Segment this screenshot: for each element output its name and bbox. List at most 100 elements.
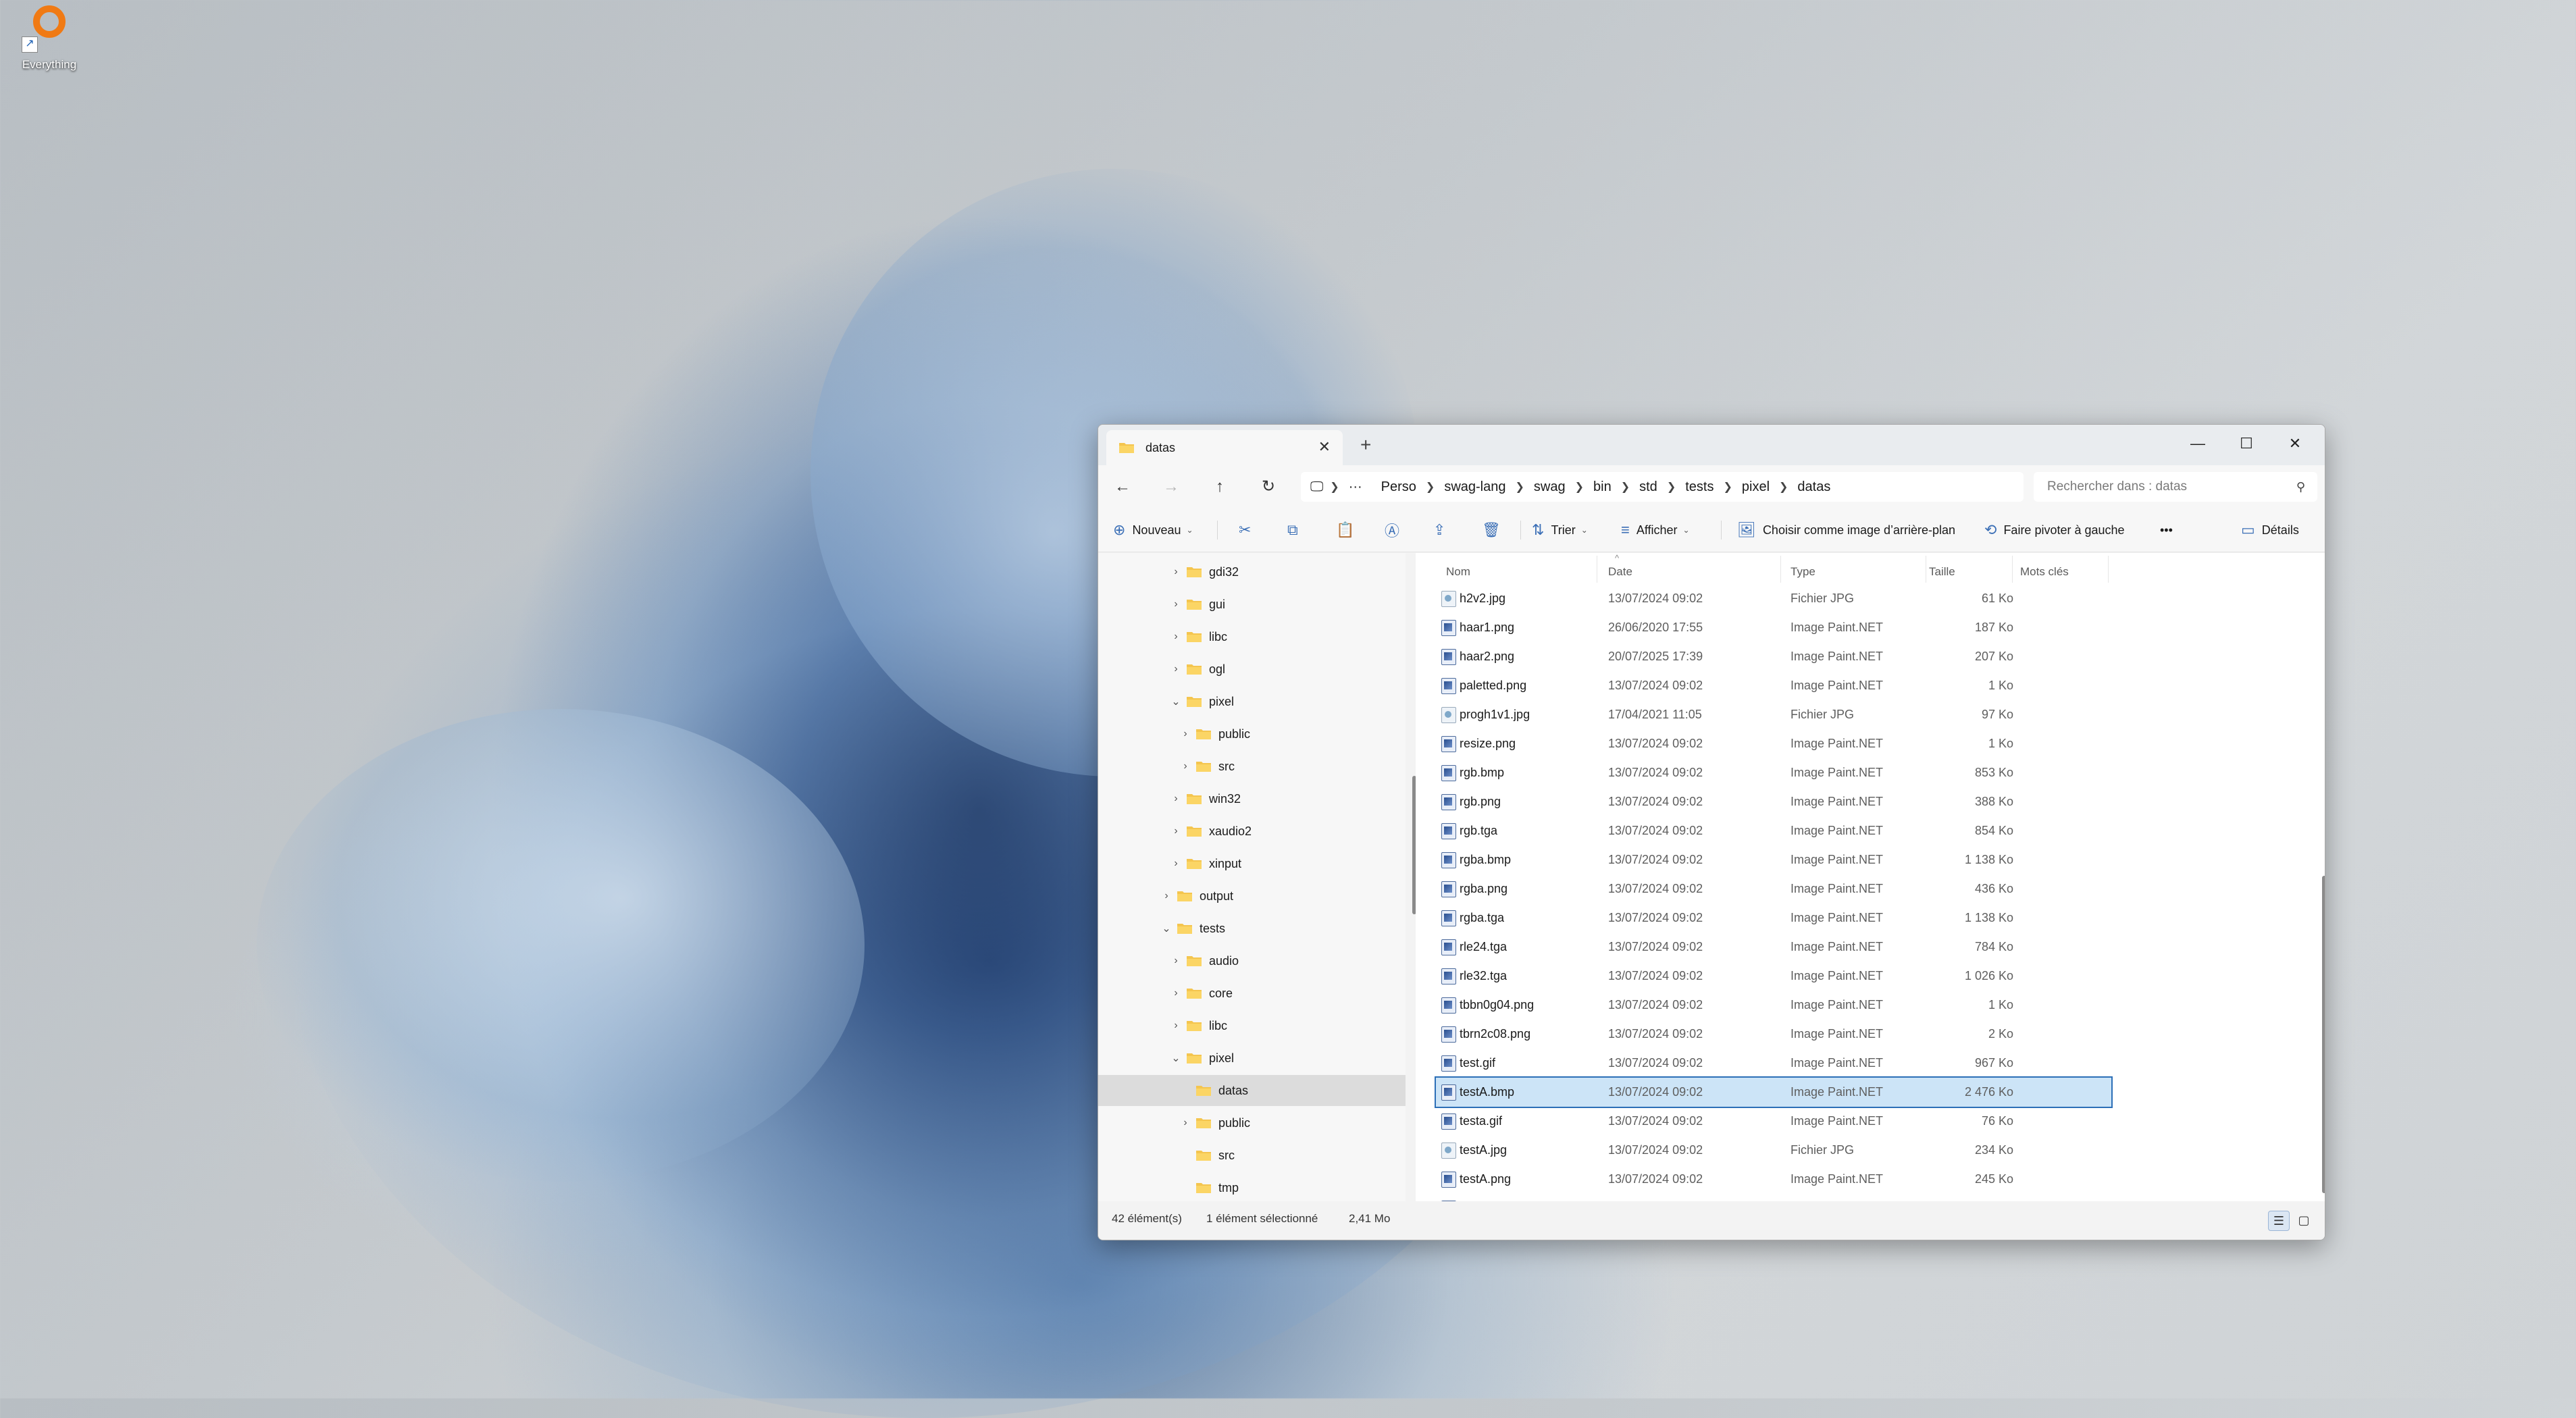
column-tags[interactable]: Mots clés [2020, 565, 2069, 579]
details-view-button[interactable]: ☰ [2268, 1211, 2290, 1231]
file-row[interactable]: tbbn0g04.png 13/07/2024 09:02 Image Paint.… [1436, 991, 2111, 1020]
file-row[interactable]: haar2.png 20/07/2025 17:39 Image Paint.NET… [1436, 642, 2111, 671]
chevron-right-icon[interactable]: › [1166, 955, 1186, 967]
details-pane-button[interactable]: ▭ Détails [2241, 508, 2299, 552]
sidebar-item-datas[interactable]: datas [1098, 1075, 1406, 1106]
column-size[interactable]: Taille [1929, 565, 1955, 579]
chevron-right-icon[interactable]: ❯ [1575, 480, 1584, 494]
sidebar-item-public[interactable]: › public [1098, 718, 1406, 750]
close-tab-icon[interactable]: ✕ [1318, 438, 1331, 456]
file-row[interactable]: rgba.bmp 13/07/2024 09:02 Image Paint.NET 1… [1436, 845, 2111, 874]
breadcrumb-bin[interactable]: bin [1593, 479, 1612, 495]
file-row[interactable]: testA.png 13/07/2024 09:02 Image Paint.NET… [1436, 1165, 2111, 1194]
copy-button[interactable]: ⧉ [1287, 508, 1305, 552]
new-button[interactable]: ⊕ Nouveau ⌄ [1113, 508, 1193, 552]
column-type[interactable]: Type [1791, 565, 1815, 579]
up-arrow-icon[interactable]: ↑ [1206, 475, 1233, 499]
file-row[interactable]: rgb.bmp 13/07/2024 09:02 Image Paint.NET 85… [1436, 758, 2111, 787]
sort-button[interactable]: ⇅ Trier ⌄ [1532, 508, 1588, 552]
chevron-right-icon[interactable]: › [1166, 987, 1186, 999]
chevron-down-icon[interactable]: ⌄ [1166, 1051, 1186, 1065]
chevron-right-icon[interactable]: › [1156, 890, 1177, 902]
sidebar-item-xaudio2[interactable]: › xaudio2 [1098, 816, 1406, 847]
refresh-icon[interactable]: ↻ [1255, 475, 1282, 499]
tab-datas[interactable]: datas ✕ [1106, 430, 1343, 465]
column-date[interactable]: Date [1608, 565, 1632, 579]
forward-arrow-icon[interactable]: → [1158, 475, 1185, 499]
search-input[interactable]: Rechercher dans : datas ⚲ [2034, 472, 2317, 502]
chevron-right-icon[interactable]: › [1166, 793, 1186, 805]
chevron-right-icon[interactable]: › [1166, 858, 1186, 870]
chevron-right-icon[interactable]: › [1166, 631, 1186, 643]
sidebar-item-pixel[interactable]: ⌄ pixel [1098, 1043, 1406, 1074]
chevron-down-icon[interactable]: ⌄ [1156, 922, 1177, 935]
delete-button[interactable]: 🗑 [1482, 508, 1508, 552]
large-icons-view-button[interactable]: ▢ [2294, 1211, 2314, 1230]
sidebar-item-pixel[interactable]: ⌄ pixel [1098, 686, 1406, 717]
cut-button[interactable]: ✂ [1239, 508, 1258, 552]
rotate-left-button[interactable]: ⟲ Faire pivoter à gauche [1984, 508, 2125, 552]
file-list-scrollbar[interactable] [2322, 876, 2325, 1193]
chevron-right-icon[interactable]: ❯ [1779, 480, 1788, 494]
file-row[interactable]: rgba.tga 13/07/2024 09:02 Image Paint.NET 1… [1436, 903, 2111, 933]
sidebar-item-audio[interactable]: › audio [1098, 945, 1406, 976]
chevron-down-icon[interactable]: ⌄ [1166, 695, 1186, 708]
sidebar-item-src[interactable]: › src [1098, 751, 1406, 782]
column-divider[interactable] [2012, 556, 2013, 583]
chevron-right-icon[interactable]: › [1166, 566, 1186, 578]
sidebar-item-gdi32[interactable]: › gdi32 [1098, 556, 1406, 587]
minimize-button[interactable]: — [2173, 425, 2222, 465]
breadcrumb-std[interactable]: std [1639, 479, 1657, 495]
column-name[interactable]: Nom [1446, 565, 1470, 579]
rename-button[interactable]: Ⓐ [1385, 508, 1406, 552]
file-row[interactable]: testA.bmp 13/07/2024 09:02 Image Paint.NET… [1435, 1076, 2113, 1108]
address-bar[interactable]: 🖵 ❯ ··· Perso ❯ swag-lang ❯ swag ❯ bin ❯… [1301, 472, 2024, 502]
file-row[interactable]: testa.gif 13/07/2024 09:02 Image Paint.NET… [1436, 1107, 2111, 1136]
sidebar-item-win32[interactable]: › win32 [1098, 783, 1406, 814]
file-row[interactable]: haar1.png 26/06/2020 17:55 Image Paint.NET… [1436, 613, 2111, 642]
sidebar-item-gui[interactable]: › gui [1098, 589, 1406, 620]
file-row[interactable]: progh1v1.jpg 17/04/2021 11:05 Fichier JPG 9… [1436, 700, 2111, 729]
file-row[interactable]: rgba.png 13/07/2024 09:02 Image Paint.NET 4… [1436, 874, 2111, 903]
breadcrumb-perso[interactable]: Perso [1381, 479, 1416, 495]
sidebar-item-libc[interactable]: › libc [1098, 621, 1406, 652]
sidebar-item-output[interactable]: › output [1098, 881, 1406, 912]
breadcrumb-pixel[interactable]: pixel [1742, 479, 1770, 495]
chevron-right-icon[interactable]: ❯ [1426, 480, 1435, 494]
set-wallpaper-button[interactable]: 🖼 Choisir comme image d’arrière-plan [1737, 508, 1955, 552]
breadcrumb-swag[interactable]: swag [1534, 479, 1566, 495]
share-button[interactable]: ⇪ [1433, 508, 1452, 552]
file-row[interactable]: testA.jpg 13/07/2024 09:02 Fichier JPG 234 … [1436, 1136, 2111, 1165]
file-row[interactable]: tbrn2c08.png 13/07/2024 09:02 Image Paint.… [1436, 1020, 2111, 1049]
back-arrow-icon[interactable]: ← [1109, 475, 1136, 499]
sidebar-item-tmp[interactable]: tmp [1098, 1172, 1406, 1201]
file-row[interactable]: test.gif 13/07/2024 09:02 Image Paint.NET 9… [1436, 1049, 2111, 1078]
chevron-right-icon[interactable]: › [1166, 663, 1186, 675]
file-row[interactable]: rgb.png 13/07/2024 09:02 Image Paint.NET 38… [1436, 787, 2111, 816]
chevron-right-icon[interactable]: › [1175, 728, 1195, 740]
sidebar-item-tests[interactable]: ⌄ tests [1098, 913, 1406, 944]
breadcrumb-swag-lang[interactable]: swag-lang [1444, 479, 1505, 495]
more-options-button[interactable]: ••• [2160, 508, 2173, 552]
file-row[interactable]: h2v2.jpg 13/07/2024 09:02 Fichier JPG 61 Ko [1436, 584, 2111, 613]
file-row[interactable]: paletted.png 13/07/2024 09:02 Image Paint.… [1436, 671, 2111, 700]
breadcrumb-datas[interactable]: datas [1797, 479, 1830, 495]
file-row[interactable]: rle24.tga 13/07/2024 09:02 Image Paint.NET… [1436, 933, 2111, 962]
chevron-right-icon[interactable]: ❯ [1621, 480, 1630, 494]
breadcrumb-overflow[interactable]: ··· [1349, 479, 1362, 495]
view-button[interactable]: ≡ Afficher ⌄ [1621, 508, 1690, 552]
paste-button[interactable]: 📋 [1336, 508, 1361, 552]
maximize-button[interactable]: ☐ [2222, 425, 2271, 465]
chevron-right-icon[interactable]: › [1175, 760, 1195, 772]
chevron-right-icon[interactable]: ❯ [1667, 480, 1676, 494]
sidebar-item-ogl[interactable]: › ogl [1098, 654, 1406, 685]
chevron-right-icon[interactable]: ❯ [1516, 480, 1524, 494]
sidebar-item-src[interactable]: src [1098, 1140, 1406, 1171]
sidebar-item-core[interactable]: › core [1098, 978, 1406, 1009]
chevron-right-icon[interactable]: › [1166, 598, 1186, 610]
file-row[interactable]: resize.png 13/07/2024 09:02 Image Paint.NE… [1436, 729, 2111, 758]
file-row[interactable]: rgb.tga 13/07/2024 09:02 Image Paint.NET 85… [1436, 816, 2111, 845]
file-row[interactable]: testA.tga13/07/2024 09:02Image Paint.NET… [1436, 1194, 2111, 1201]
close-window-button[interactable]: ✕ [2271, 425, 2319, 465]
column-divider[interactable] [2108, 556, 2109, 583]
